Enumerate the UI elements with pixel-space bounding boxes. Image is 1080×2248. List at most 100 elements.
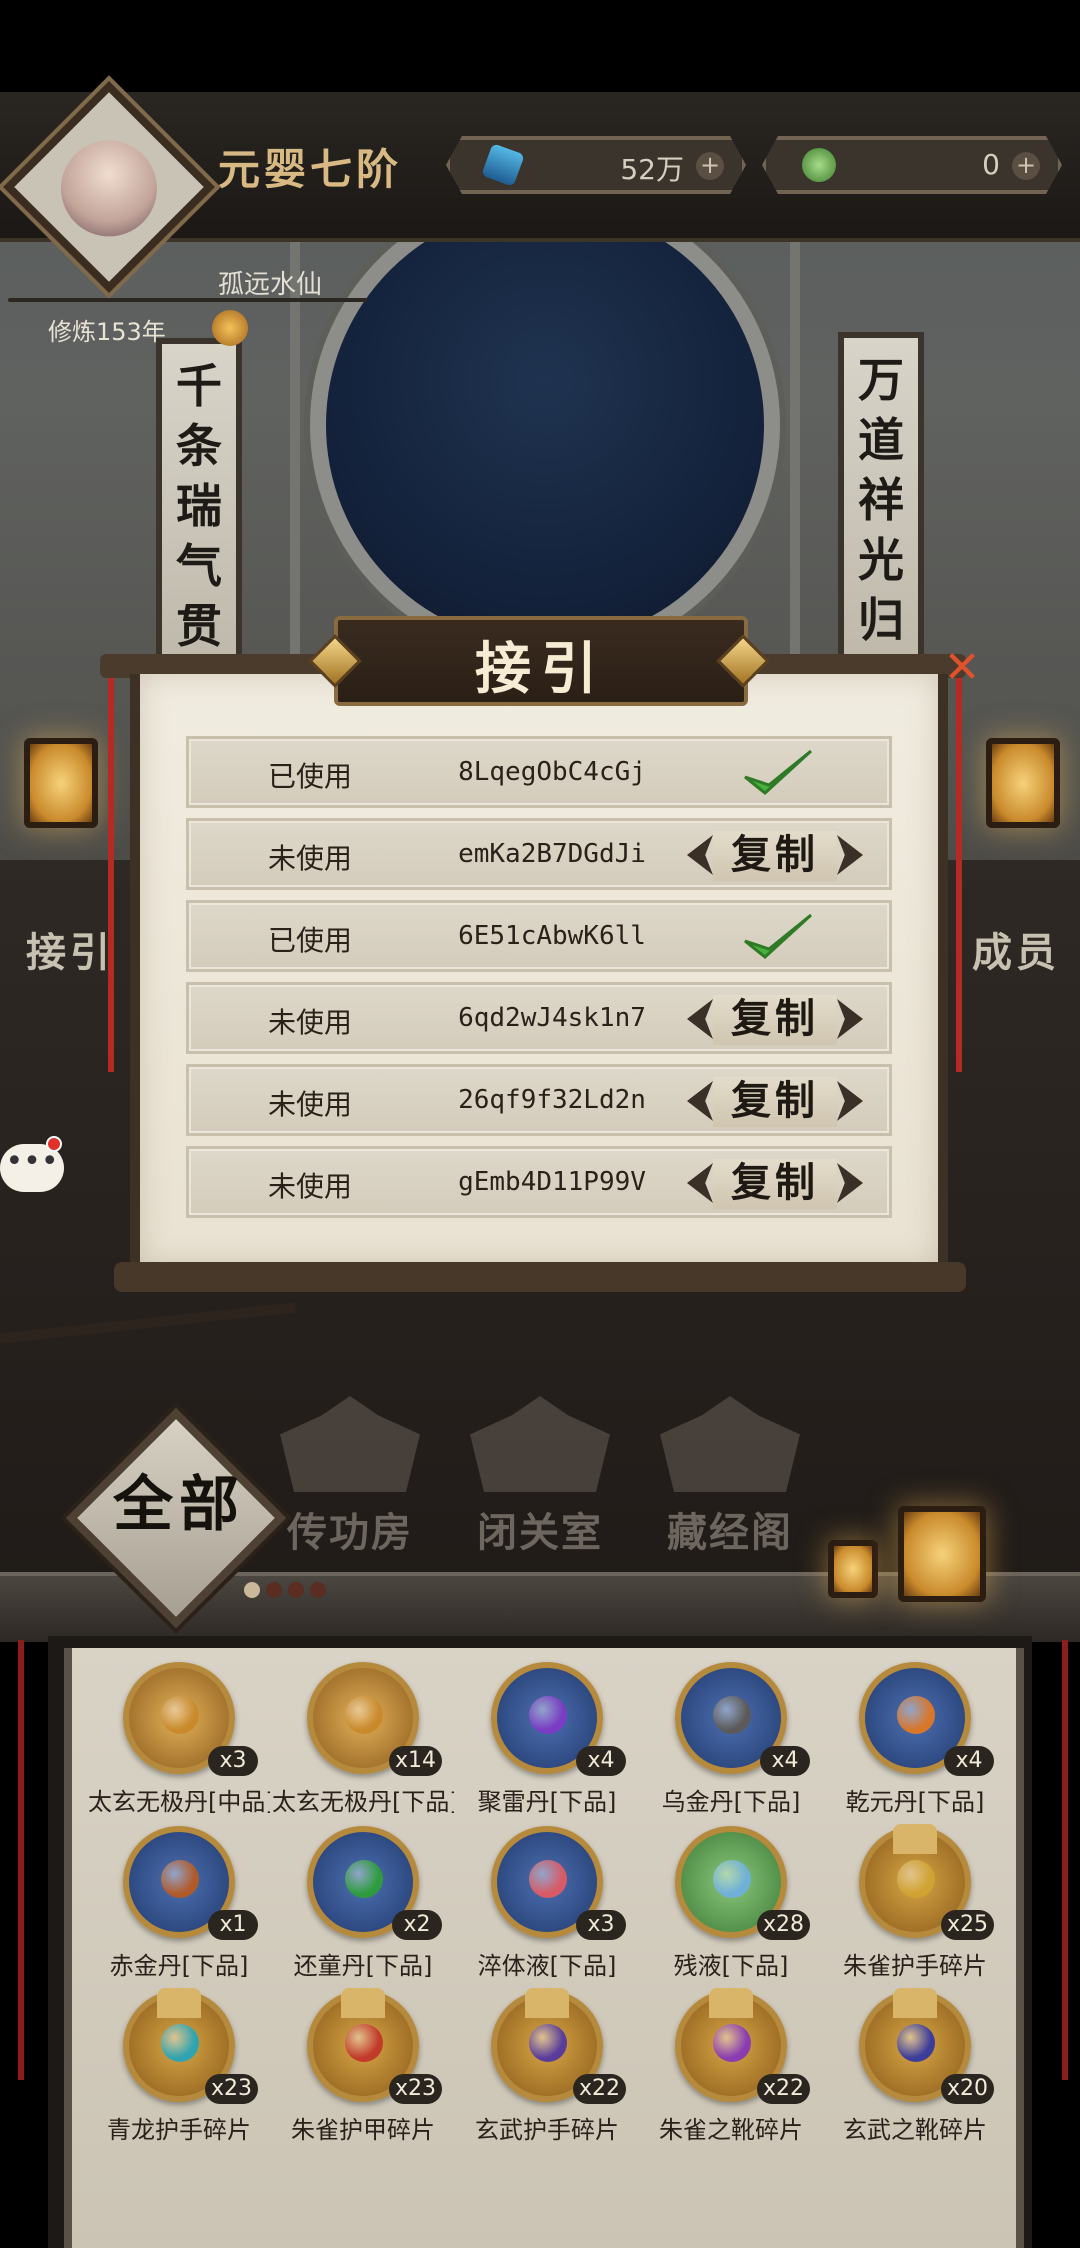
- copy-button[interactable]: 复制: [687, 1159, 863, 1209]
- pavilion-icon: [280, 1396, 420, 1492]
- scroll-bottom-bar: [114, 1262, 966, 1292]
- inventory-item[interactable]: x3 太玄无极丹[中品]: [88, 1662, 270, 1822]
- item-count: x25: [940, 1910, 994, 1940]
- inventory-item[interactable]: x3 淬体液[下品]: [456, 1826, 638, 1986]
- copy-button-label: 复制: [713, 831, 837, 881]
- item-count: x4: [760, 1746, 810, 1776]
- inventory-item[interactable]: x28 残液[下品]: [640, 1826, 822, 1986]
- copy-button[interactable]: 复制: [687, 995, 863, 1045]
- code-status: 未使用: [267, 1088, 352, 1121]
- inventory-item[interactable]: x4 聚雷丹[下品]: [456, 1662, 638, 1822]
- copy-button-label: 复制: [713, 1077, 837, 1127]
- lantern-icon: [828, 1540, 878, 1598]
- inventory-item[interactable]: x20 玄武之靴碎片: [824, 1988, 1006, 2150]
- arrow-right-icon: [837, 1081, 863, 1121]
- item-name: 太玄无极丹[中品]: [88, 1788, 270, 1816]
- building-seclusion-room[interactable]: 闭关室: [470, 1396, 610, 1558]
- invite-code: emKa2B7DGdJi: [458, 839, 646, 869]
- page-dot: [310, 1582, 326, 1598]
- player-name: 孤远水仙: [218, 270, 323, 300]
- code-row: 未使用 gEmb4D11P99V 复制: [186, 1146, 892, 1218]
- inventory-grid: x3 太玄无极丹[中品] x14 太玄无极丹[下品] x4 聚雷丹[下品] x4 乌金丹[下品…: [64, 1648, 1024, 2248]
- inventory-item[interactable]: x1 赤金丹[下品]: [88, 1826, 270, 1986]
- item-count: x4: [576, 1746, 626, 1776]
- lantern-icon: [898, 1506, 986, 1602]
- item-count: x2: [392, 1910, 442, 1940]
- members-entrance[interactable]: 成员: [972, 920, 1060, 978]
- building-scripture-pavilion[interactable]: 藏经阁: [660, 1396, 800, 1558]
- item-icon: [161, 2024, 199, 2062]
- check-icon: [744, 749, 813, 795]
- item-name: 玄武护手碎片: [475, 2116, 619, 2144]
- inventory-item[interactable]: x23 青龙护手碎片: [88, 1988, 270, 2150]
- inventory-item[interactable]: x4 乾元丹[下品]: [824, 1662, 1006, 1822]
- code-status: 未使用: [267, 842, 352, 875]
- puzzle-piece-icon: [893, 1988, 937, 2018]
- item-count: x22: [756, 2074, 810, 2104]
- copy-button-label: 复制: [713, 1159, 837, 1209]
- add-currency-button[interactable]: +: [1012, 152, 1040, 180]
- item-icon: [161, 1860, 199, 1898]
- item-name: 玄武之靴碎片: [843, 2116, 987, 2144]
- item-name: 太玄无极丹[下品]: [272, 1788, 454, 1816]
- inventory-item[interactable]: x22 玄武护手碎片: [456, 1988, 638, 2150]
- arrow-left-icon: [687, 1081, 713, 1121]
- moon-window: [310, 190, 780, 660]
- item-count: x20: [940, 2074, 994, 2104]
- pavilion-icon: [660, 1396, 800, 1492]
- code-status: 未使用: [267, 1006, 352, 1039]
- inventory-item[interactable]: x23 朱雀护甲碎片: [272, 1988, 454, 2150]
- add-currency-button[interactable]: +: [696, 152, 724, 180]
- item-name: 青龙护手碎片: [107, 2116, 251, 2144]
- pavilion-icon: [470, 1396, 610, 1492]
- copy-button[interactable]: 复制: [687, 831, 863, 881]
- guide-entrance[interactable]: 接引: [26, 920, 114, 978]
- code-row: 未使用 6qd2wJ4sk1n7 复制: [186, 982, 892, 1054]
- item-icon: [161, 1696, 199, 1734]
- inventory-item[interactable]: x4 乌金丹[下品]: [640, 1662, 822, 1822]
- modal-title: 接引: [475, 636, 607, 702]
- scroll-rod: [956, 668, 962, 1072]
- invite-code: 6E51cAbwK6ll: [458, 921, 646, 951]
- inventory-item[interactable]: x25 朱雀护手碎片: [824, 1824, 1006, 1986]
- item-name: 还童丹[下品]: [293, 1952, 433, 1980]
- code-row: 已使用 8LqegObC4cGj: [186, 736, 892, 808]
- page-indicator: [244, 1582, 326, 1598]
- currency-spirit-stone: 52万 +: [446, 136, 746, 194]
- item-count: x1: [208, 1910, 258, 1940]
- currency-jade: 0 +: [762, 136, 1062, 194]
- tab-all-label[interactable]: 全部: [94, 1470, 264, 1540]
- code-status: 未使用: [267, 1170, 352, 1203]
- building-label: 闭关室: [477, 1509, 603, 1556]
- arrow-left-icon: [687, 999, 713, 1039]
- code-status: 已使用: [267, 760, 352, 793]
- copy-button[interactable]: 复制: [687, 1077, 863, 1127]
- building-transmission-room[interactable]: 传功房: [280, 1396, 420, 1558]
- couplet-left: 千 条 瑞 气 贯: [156, 338, 242, 668]
- item-name: 聚雷丹[下品]: [477, 1788, 617, 1816]
- close-icon[interactable]: ✕: [940, 646, 984, 690]
- cultivation-years: 修炼153年: [48, 318, 166, 346]
- code-row: 已使用 6E51cAbwK6ll: [186, 900, 892, 972]
- arrow-left-icon: [687, 835, 713, 875]
- item-icon: [345, 1860, 383, 1898]
- coin-icon: [212, 310, 248, 346]
- inventory-item[interactable]: x22 朱雀之靴碎片: [640, 1988, 822, 2150]
- scroll-rod: [1062, 1640, 1068, 2080]
- invite-code-list: 已使用 8LqegObC4cGj 未使用 emKa2B7DGdJi 复制 已使用 6E51c…: [186, 736, 892, 1228]
- lantern-icon: [986, 738, 1060, 828]
- item-name: 赤金丹[下品]: [109, 1952, 249, 1980]
- couplet-char: 道: [858, 413, 904, 467]
- building-label: 传功房: [287, 1509, 413, 1556]
- invite-code: 8LqegObC4cGj: [458, 757, 646, 787]
- item-icon: [897, 2024, 935, 2062]
- item-count: x23: [388, 2074, 442, 2104]
- avatar-portrait: [61, 140, 157, 237]
- inventory-item[interactable]: x2 还童丹[下品]: [272, 1826, 454, 1986]
- item-icon: [529, 2024, 567, 2062]
- couplet-char: 光: [858, 533, 904, 587]
- jade-icon: [802, 148, 836, 182]
- item-count: x4: [944, 1746, 994, 1776]
- inventory-item[interactable]: x14 太玄无极丹[下品]: [272, 1662, 454, 1822]
- item-count: x3: [208, 1746, 258, 1776]
